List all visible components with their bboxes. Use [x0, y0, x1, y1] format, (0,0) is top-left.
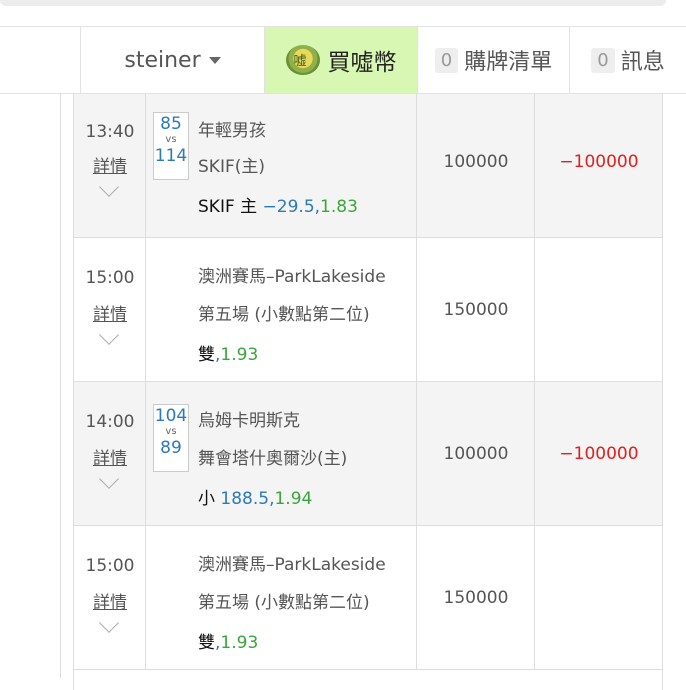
amount-column: 150000 [417, 238, 535, 381]
team-home: 舞會塔什奧爾沙(主) [198, 449, 348, 469]
away-score: 89 [160, 438, 182, 458]
bet-pick: SKIF 主 [198, 197, 263, 217]
bet-pick: 雙 [198, 345, 215, 365]
bet-pick: 小 [198, 489, 221, 509]
team-away: 年輕男孩 [198, 121, 266, 141]
browser-top-strip [0, 0, 686, 26]
messages-button[interactable]: 0 訊息 [569, 27, 686, 93]
match-time: 14:00 [85, 412, 135, 432]
username: steiner [124, 47, 201, 73]
table-row: 14:00 詳情 104 vs 89 烏姆卡明斯克 舞會塔什奧爾沙(主) 小 1… [73, 382, 663, 526]
bet-odds: 1.83 [320, 197, 358, 217]
header-bar: steiner 買噓幣 0 購牌清單 0 訊息 [0, 26, 686, 94]
chevron-down-icon[interactable] [99, 177, 119, 197]
event-name: 澳洲賽馬–ParkLakeside [198, 267, 386, 287]
win-loss: −100000 [559, 444, 639, 464]
bet-line: 雙,1.93 [198, 628, 258, 653]
time-column: 13:40 詳情 [74, 94, 146, 237]
coin-icon [285, 45, 320, 75]
bet-odds: 1.93 [220, 345, 259, 365]
score-box: 104 vs 89 [153, 404, 189, 472]
result-column: −100000 [535, 94, 663, 237]
bet-line: 小 188.5,1.94 [198, 484, 312, 509]
result-column [535, 238, 663, 381]
bet-odds: 1.94 [274, 489, 313, 509]
msg-label: 訊息 [620, 50, 665, 75]
bet-odds: 1.93 [220, 633, 259, 653]
home-score: 85 [160, 114, 182, 134]
bet-handicap: −29.5, [262, 197, 321, 217]
address-bar-edge [0, 0, 666, 6]
bet-amount: 150000 [443, 300, 509, 320]
table-row: 15:00 詳情 澳洲賽馬–ParkLakeside 第五場 (小數點第二位) … [73, 238, 663, 382]
detail-link[interactable]: 詳情 [74, 588, 146, 613]
cart-button[interactable]: 0 購牌清單 [417, 27, 569, 93]
team-away: 烏姆卡明斯克 [198, 411, 300, 431]
time-column: 15:00 詳情 [74, 238, 146, 381]
table-row: 15:00 詳情 澳洲賽馬–ParkLakeside 第五場 (小數點第二位) … [73, 526, 663, 670]
match-time: 13:40 [85, 122, 135, 142]
bet-total: 188.5, [220, 489, 275, 509]
bet-line: SKIF 主 −29.5,1.83 [198, 192, 358, 217]
msg-count-badge: 0 [591, 47, 615, 73]
cart-count-badge: 0 [434, 47, 459, 73]
result-column [535, 526, 663, 669]
time-column: 14:00 詳情 [74, 382, 146, 525]
table-row: 13:40 詳情 85 vs 114 年輕男孩 SKIF(主) SKIF 主 −… [73, 94, 663, 238]
detail-link[interactable]: 詳情 [74, 300, 146, 325]
match-column: 澳洲賽馬–ParkLakeside 第五場 (小數點第二位) 雙,1.93 [146, 238, 417, 381]
chevron-down-icon[interactable] [99, 325, 119, 345]
table-row [73, 670, 663, 690]
bet-amount: 100000 [443, 152, 509, 172]
match-column: 85 vs 114 年輕男孩 SKIF(主) SKIF 主 −29.5,1.83 [146, 94, 417, 237]
result-column: −100000 [535, 382, 663, 525]
win-loss: −100000 [559, 152, 639, 172]
bet-line: 雙,1.93 [198, 340, 258, 365]
amount-column: 100000 [417, 382, 535, 525]
match-column: 104 vs 89 烏姆卡明斯克 舞會塔什奧爾沙(主) 小 188.5,1.94 [146, 382, 417, 525]
amount-column: 100000 [417, 94, 535, 237]
left-divider [60, 94, 61, 678]
team-home: SKIF(主) [198, 157, 265, 177]
match-time: 15:00 [85, 268, 135, 288]
cart-label: 購牌清單 [464, 50, 553, 75]
bet-amount: 100000 [443, 444, 509, 464]
score-box: 85 vs 114 [153, 112, 189, 180]
match-column: 澳洲賽馬–ParkLakeside 第五場 (小數點第二位) 雙,1.93 [146, 526, 417, 669]
bet-record-table: 13:40 詳情 85 vs 114 年輕男孩 SKIF(主) SKIF 主 −… [73, 94, 663, 690]
detail-link[interactable]: 詳情 [74, 152, 146, 177]
match-time: 15:00 [85, 556, 135, 576]
event-name: 澳洲賽馬–ParkLakeside [198, 555, 386, 575]
detail-link[interactable]: 詳情 [74, 444, 146, 469]
home-score: 104 [154, 406, 188, 426]
chevron-down-icon[interactable] [99, 613, 119, 633]
bet-amount: 150000 [443, 588, 509, 608]
vs-label: vs [165, 426, 177, 437]
event-race: 第五場 (小數點第二位) [198, 305, 370, 325]
away-score: 114 [154, 146, 188, 166]
user-menu[interactable]: steiner [80, 27, 264, 93]
caret-down-icon [208, 56, 221, 64]
buy-coin-button[interactable]: 買噓幣 [264, 27, 417, 93]
chevron-down-icon[interactable] [99, 469, 119, 489]
event-race: 第五場 (小數點第二位) [198, 593, 370, 613]
buy-coin-label: 買噓幣 [327, 50, 397, 76]
time-column: 15:00 詳情 [74, 526, 146, 669]
amount-column: 150000 [417, 526, 535, 669]
vs-label: vs [165, 134, 177, 145]
bet-pick: 雙 [198, 633, 215, 653]
